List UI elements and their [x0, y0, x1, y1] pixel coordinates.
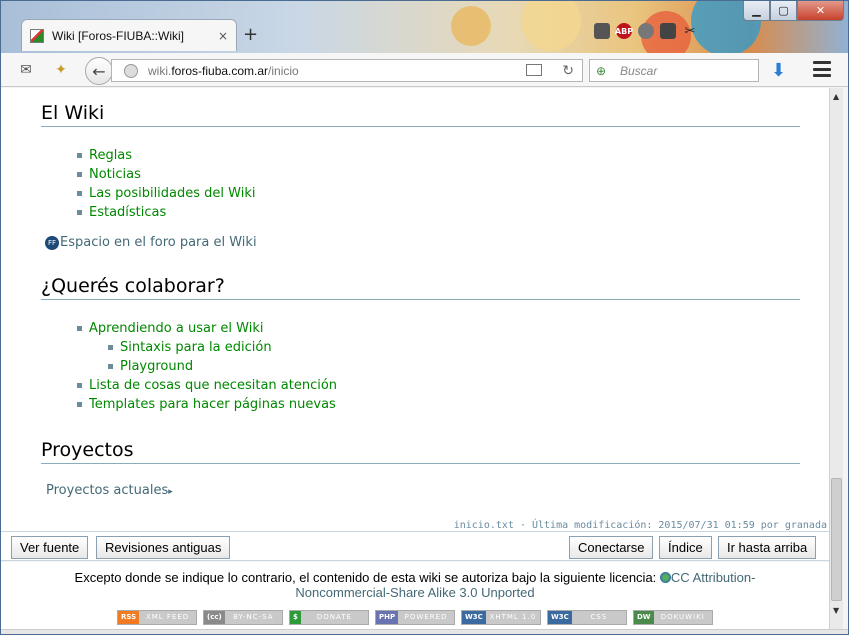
sub-list-item-link[interactable]: Sintaxis para la edición: [108, 338, 337, 357]
tab-title: Wiki [Foros-FIUBA::Wiki]: [52, 28, 184, 43]
status-bar: [1, 629, 848, 634]
sub-list-item-link[interactable]: Playground: [108, 357, 337, 376]
scroll-up-icon[interactable]: ▲: [833, 92, 839, 101]
license-link-part1[interactable]: CC Attribution-: [671, 570, 756, 585]
reload-icon[interactable]: ↻: [562, 62, 574, 79]
reader-view-icon[interactable]: [526, 64, 542, 76]
cc-license-icon: [659, 572, 671, 583]
window-controls: ▁ ▢ ✕: [743, 1, 844, 21]
theme-decoration: [521, 1, 581, 51]
sub-list: Sintaxis para la edición Playground: [89, 338, 337, 376]
list-item-label: Aprendiendo a usar el Wiki: [89, 321, 264, 336]
back-to-top-button[interactable]: Ir hasta arriba: [718, 536, 817, 559]
globe-icon: [124, 63, 138, 78]
search-input[interactable]: ⊕ Buscar: [589, 59, 759, 82]
forum-icon: FF: [45, 235, 59, 250]
view-source-button[interactable]: Ver fuente: [11, 536, 89, 559]
section-title-wiki: El Wiki: [41, 102, 800, 127]
title-bar: ▁ ▢ ✕ Wiki [Foros-FIUBA::Wiki] × + ABP ✂: [1, 1, 848, 61]
new-tab-button[interactable]: +: [243, 24, 258, 45]
dokuwiki-badge[interactable]: DW DOKUWIKI: [633, 609, 713, 625]
url-path: /inicio: [268, 63, 299, 78]
download-icon[interactable]: ⬇: [771, 60, 786, 81]
gear-icon[interactable]: [638, 23, 654, 39]
wiki-button-bar: Ver fuente Revisiones antiguas Conectars…: [1, 531, 829, 561]
search-placeholder: Buscar: [620, 63, 658, 78]
list-item-link[interactable]: Estadísticas: [77, 203, 255, 222]
maximize-button[interactable]: ▢: [770, 1, 797, 21]
css-valid-badge[interactable]: W3C CSS: [547, 609, 627, 625]
browser-window: ▁ ▢ ✕ Wiki [Foros-FIUBA::Wiki] × + ABP ✂…: [0, 0, 849, 635]
vertical-scrollbar[interactable]: ▲ ▼: [829, 88, 843, 629]
forum-space-link[interactable]: FF Espacio en el foro para el Wiki: [45, 235, 257, 250]
scrollbar-thumb[interactable]: [831, 478, 842, 601]
license-text: Excepto donde se indique lo contrario, e…: [74, 570, 657, 585]
back-button[interactable]: ←: [85, 57, 113, 85]
list-item-link[interactable]: Noticias: [77, 165, 255, 184]
close-button[interactable]: ✕: [797, 1, 844, 21]
scroll-down-icon[interactable]: ▼: [833, 606, 839, 615]
index-button[interactable]: Índice: [659, 536, 712, 559]
mail-icon[interactable]: ✉: [17, 61, 35, 79]
list-item-link[interactable]: Aprendiendo a usar el Wiki Sintaxis para…: [77, 319, 337, 376]
list-item-link[interactable]: Lista de cosas que necesitan atención: [77, 376, 337, 395]
projects-link-text: Proyectos actuales: [46, 483, 169, 498]
navigation-bar: ✉ ✦ ← wiki. foros-fiuba.com.ar /inicio ↻…: [1, 53, 848, 87]
old-revisions-button[interactable]: Revisiones antiguas: [96, 536, 231, 559]
projects-link[interactable]: Proyectos actuales▸: [46, 483, 173, 498]
tab-close-icon[interactable]: ×: [218, 29, 228, 43]
addon-icon[interactable]: ✦: [52, 61, 70, 79]
license-footer: Excepto donde se indique lo contrario, e…: [1, 562, 829, 605]
php-powered-badge[interactable]: PHP POWERED: [375, 609, 455, 625]
minimize-button[interactable]: ▁: [743, 1, 770, 21]
theme-decoration: [451, 6, 491, 46]
forum-link-text: Espacio en el foro para el Wiki: [60, 235, 257, 250]
page-content: El Wiki Reglas Noticias Las posibilidade…: [1, 88, 829, 531]
license-link-part2[interactable]: Noncommercial-Share Alike 3.0 Unported: [295, 585, 534, 600]
url-bar[interactable]: wiki. foros-fiuba.com.ar /inicio ↻: [111, 59, 583, 82]
arrow-right-icon: ▸: [168, 487, 173, 497]
search-engine-icon[interactable]: ⊕: [596, 64, 614, 78]
url-subdomain: wiki.: [148, 63, 172, 78]
list-item-link[interactable]: Templates para hacer páginas nuevas: [77, 395, 337, 414]
notes-icon[interactable]: [660, 23, 676, 39]
extension-icons: ABP ✂: [594, 23, 698, 39]
adblock-icon[interactable]: ABP: [615, 23, 633, 39]
section-title-collaborate: ¿Querés colaborar?: [41, 275, 800, 300]
xhtml-valid-badge[interactable]: W3C XHTML 1.0: [461, 609, 541, 625]
wiki-favicon-icon: [30, 28, 44, 43]
footer-badges: RSS XML FEED (cc) BY-NC-SA $ DONATE PHP POWE…: [1, 605, 829, 629]
url-domain: foros-fiuba.com.ar: [171, 63, 269, 78]
list-item-link[interactable]: Reglas: [77, 146, 255, 165]
plugin-icon[interactable]: [594, 23, 610, 39]
browser-tab[interactable]: Wiki [Foros-FIUBA::Wiki] ×: [21, 19, 237, 51]
collaborate-list: Aprendiendo a usar el Wiki Sintaxis para…: [77, 319, 337, 414]
hamburger-menu-icon[interactable]: [813, 61, 831, 77]
wiki-list: Reglas Noticias Las posibilidades del Wi…: [77, 146, 255, 222]
login-button[interactable]: Conectarse: [569, 536, 654, 559]
page-meta-info: inicio.txt · Última modificación: 2015/0…: [453, 520, 827, 531]
cc-license-badge[interactable]: (cc) BY-NC-SA: [203, 609, 283, 625]
scissors-icon[interactable]: ✂: [682, 23, 698, 39]
list-item-link[interactable]: Las posibilidades del Wiki: [77, 184, 255, 203]
rss-feed-badge[interactable]: RSS XML FEED: [117, 609, 197, 625]
section-title-projects: Proyectos: [41, 439, 800, 464]
donate-badge[interactable]: $ DONATE: [289, 609, 369, 625]
